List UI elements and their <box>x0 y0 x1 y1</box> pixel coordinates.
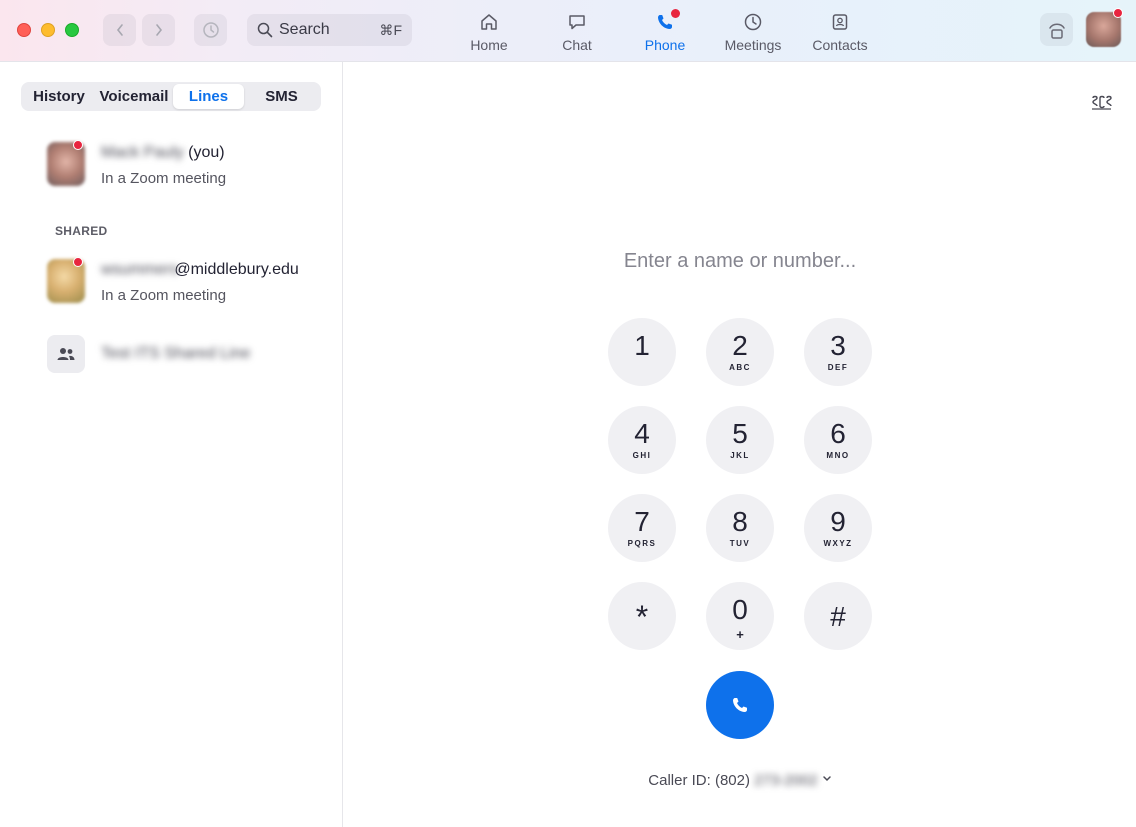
lines-sidebar: History Voicemail Lines SMS Mack Pauly (… <box>0 62 343 827</box>
shared-line-name-blurred[interactable]: Test ITS Shared Line <box>101 345 250 363</box>
tab-phone[interactable]: Phone <box>625 8 705 53</box>
caller-id-label: Caller ID: (802) <box>648 772 750 789</box>
key-letters: DEF <box>827 362 849 372</box>
dialpad-key-hash[interactable]: # <box>804 582 872 650</box>
dialpad-key-1[interactable]: 1 <box>608 318 676 386</box>
tab-history[interactable]: History <box>23 84 95 109</box>
chevron-down-icon <box>822 776 831 782</box>
tab-meetings-label: Meetings <box>724 37 782 53</box>
shared-line-name: wsummers@middlebury.edu <box>101 261 299 279</box>
key-digit: 6 <box>830 417 846 449</box>
tab-contacts[interactable]: Contacts <box>800 8 880 53</box>
you-suffix: (you) <box>188 144 225 161</box>
tab-chat[interactable]: Chat <box>537 8 617 53</box>
shared-group-avatar[interactable] <box>47 335 85 373</box>
phone-badge-dot <box>671 9 680 18</box>
key-letters: TUV <box>729 538 751 548</box>
tab-home-label: Home <box>470 37 508 53</box>
search-bar[interactable]: Search ⌘F <box>247 14 412 46</box>
dialpad-key-8[interactable]: 8 TUV <box>706 494 774 562</box>
key-digit: 8 <box>732 505 748 537</box>
busy-status-dot <box>73 140 83 150</box>
zoom-window-button[interactable] <box>65 23 79 37</box>
shared-line-status: In a Zoom meeting <box>101 287 227 304</box>
minimize-window-button[interactable] <box>41 23 55 37</box>
key-letters: GHI <box>632 450 652 460</box>
busy-status-dot <box>73 257 83 267</box>
tab-lines[interactable]: Lines <box>173 84 244 109</box>
tab-chat-label: Chat <box>562 37 592 53</box>
history-button[interactable] <box>194 14 227 46</box>
key-digit: 7 <box>634 505 650 537</box>
key-letters: JKL <box>730 450 750 460</box>
dial-number-input[interactable] <box>560 246 920 276</box>
dialpad-key-6[interactable]: 6 MNO <box>804 406 872 474</box>
shared-line-domain: @middlebury.edu <box>174 261 299 278</box>
key-digit: 1 <box>634 329 650 361</box>
key-letters: PQRS <box>627 538 657 548</box>
dialpad-key-7[interactable]: 7 PQRS <box>608 494 676 562</box>
forward-button[interactable] <box>142 14 175 46</box>
tab-voicemail[interactable]: Voicemail <box>95 84 173 109</box>
back-button[interactable] <box>103 14 136 46</box>
tab-contacts-label: Contacts <box>812 37 868 53</box>
search-icon <box>257 22 273 38</box>
my-line-name: Mack Pauly (you) <box>101 144 225 162</box>
my-line-item[interactable]: Mack Pauly (you) In a Zoom meeting <box>0 140 343 202</box>
close-window-button[interactable] <box>17 23 31 37</box>
dialpad-key-star[interactable]: * <box>608 582 676 650</box>
key-digit: 3 <box>830 329 846 361</box>
key-letters: WXYZ <box>823 538 853 548</box>
key-digit: 9 <box>830 505 846 537</box>
shared-line-name-blurred: wsummers <box>101 261 179 278</box>
title-bar: Search ⌘F Home Chat Phone Meetings Conta… <box>0 0 1136 62</box>
key-digit: 2 <box>732 329 748 361</box>
caller-id-selector[interactable]: Caller ID: (802) 273-2002 <box>620 772 860 789</box>
tab-phone-label: Phone <box>644 37 686 53</box>
home-icon <box>481 14 497 30</box>
caller-id-number-blurred: 273-2002 <box>754 772 818 789</box>
key-digit: # <box>830 601 846 632</box>
profile-badge-dot <box>1113 8 1123 18</box>
dialpad-key-4[interactable]: 4 GHI <box>608 406 676 474</box>
dialpad-key-3[interactable]: 3 DEF <box>804 318 872 386</box>
presence-status-button[interactable] <box>1040 13 1073 46</box>
caller-settings-button[interactable] <box>1089 92 1113 112</box>
key-letters: MNO <box>826 450 850 460</box>
phone-call-icon <box>733 698 747 712</box>
search-shortcut: ⌘F <box>379 21 402 38</box>
shared-section-label: SHARED <box>55 224 108 238</box>
dialpad-key-0[interactable]: 0 + <box>706 582 774 650</box>
key-digit: 4 <box>634 417 650 449</box>
key-digit: * <box>635 599 649 635</box>
clock-icon <box>744 13 762 31</box>
caller-settings-icon <box>1092 95 1112 110</box>
tab-meetings[interactable]: Meetings <box>713 8 793 53</box>
history-clock-icon <box>202 22 219 38</box>
dialpad-key-5[interactable]: 5 JKL <box>706 406 774 474</box>
tab-sms[interactable]: SMS <box>244 84 319 109</box>
my-line-name-blurred: Mack Pauly <box>101 144 184 161</box>
chevron-left-icon <box>116 24 123 36</box>
key-digit: 0 <box>732 593 748 625</box>
key-letters: ABC <box>729 362 751 372</box>
call-button[interactable] <box>706 671 774 739</box>
tab-home[interactable]: Home <box>449 8 529 53</box>
shared-line-item[interactable]: wsummers@middlebury.edu In a Zoom meetin… <box>0 257 343 319</box>
chevron-right-icon <box>155 24 162 36</box>
dialpad-key-9[interactable]: 9 WXYZ <box>804 494 872 562</box>
phone-section-tabs: History Voicemail Lines SMS <box>21 82 321 111</box>
search-label: Search <box>279 21 330 38</box>
dialpad-key-2[interactable]: 2 ABC <box>706 318 774 386</box>
my-line-status: In a Zoom meeting <box>101 170 227 187</box>
contacts-icon <box>832 14 848 30</box>
key-digit: 5 <box>732 417 748 449</box>
group-icon <box>57 348 75 360</box>
chat-icon <box>569 15 585 30</box>
key-letters: + <box>736 626 744 642</box>
phone-status-icon <box>1048 23 1065 39</box>
